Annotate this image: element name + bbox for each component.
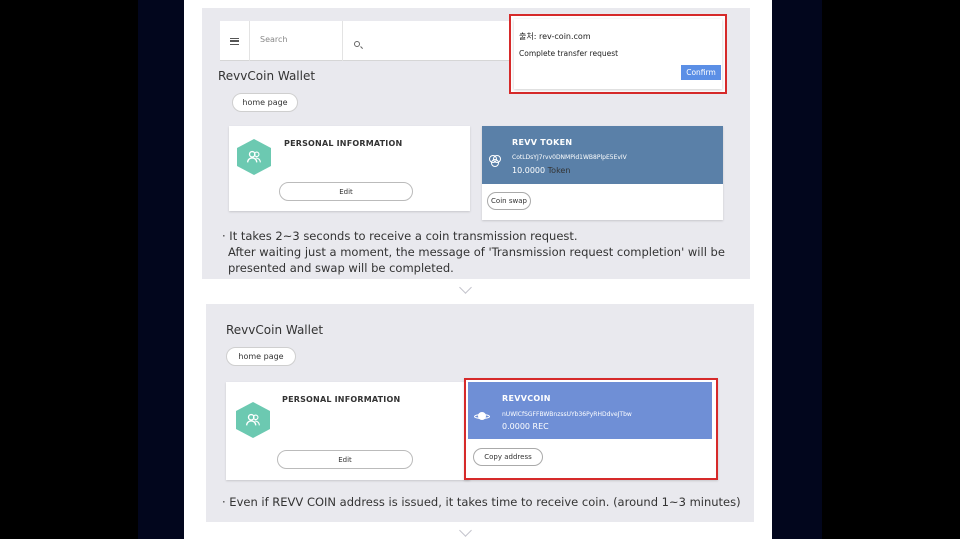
edit-button[interactable]: Edit bbox=[277, 450, 413, 469]
home-page-button[interactable]: home page bbox=[232, 93, 298, 112]
revvcoin-card: REVVCOIN nUWlCfSGFFBWBnzssUYb36PyRHDdveJ… bbox=[464, 378, 718, 480]
search-icon[interactable] bbox=[354, 41, 360, 47]
search-field[interactable] bbox=[250, 21, 360, 61]
personal-info-card: PERSONAL INFORMATION Edit bbox=[226, 382, 470, 480]
token-unit: Token bbox=[547, 166, 571, 175]
token-balance: 10.0000 bbox=[512, 166, 546, 175]
planet-icon bbox=[474, 412, 490, 420]
chevron-down-icon bbox=[459, 524, 472, 537]
alert-box: 출처: rev-coin.com Complete transfer reque… bbox=[514, 19, 722, 89]
swap-note-line1: · It takes 2~3 seconds to receive a coin… bbox=[222, 229, 578, 243]
token-balance-row: 10.0000 Token bbox=[512, 166, 570, 175]
swap-note-line2: After waiting just a moment, the message… bbox=[228, 245, 725, 259]
home-page-button[interactable]: home page bbox=[226, 347, 296, 366]
wallet-title: RevvCoin Wallet bbox=[226, 323, 324, 337]
hamburger-icon[interactable] bbox=[220, 21, 250, 61]
alert-origin: 출처: rev-coin.com bbox=[519, 32, 591, 41]
edit-button[interactable]: Edit bbox=[279, 182, 413, 201]
transfer-alert-dialog: 출처: rev-coin.com Complete transfer reque… bbox=[509, 14, 727, 94]
left-frame-border bbox=[138, 0, 184, 539]
top-bar bbox=[220, 21, 542, 61]
coin-balance: 0.0000 REC bbox=[502, 422, 549, 431]
search-input[interactable] bbox=[260, 35, 320, 44]
token-title: REVV TOKEN bbox=[512, 138, 573, 147]
chevron-down-icon bbox=[459, 281, 472, 294]
user-group-icon bbox=[237, 139, 271, 175]
coin-swap-button[interactable]: Coin swap bbox=[487, 192, 531, 210]
coin-address: nUWlCfSGFFBWBnzssUYb36PyRHDdveJTbw bbox=[502, 411, 632, 418]
token-address: CotLDsYJ7rvv0DNMPid1WB8PlpE5EvIV bbox=[512, 154, 627, 161]
confirm-button[interactable]: Confirm bbox=[681, 65, 721, 80]
right-frame-border bbox=[772, 0, 822, 539]
coin-title: REVVCOIN bbox=[502, 394, 551, 403]
tutorial-page: RevvCoin Wallet home page PERSONAL INFOR… bbox=[184, 0, 772, 539]
swap-note-line3: presented and swap will be completed. bbox=[228, 261, 454, 275]
user-group-icon bbox=[236, 402, 270, 438]
overlapping-circles-icon bbox=[489, 155, 501, 167]
copy-address-button[interactable]: Copy address bbox=[473, 448, 543, 466]
personal-info-card: PERSONAL INFORMATION Edit bbox=[229, 126, 470, 211]
revv-token-card: REVV TOKEN CotLDsYJ7rvv0DNMPid1WB8PlpE5E… bbox=[482, 126, 723, 220]
step-panel-address: RevvCoin Wallet home page PERSONAL INFOR… bbox=[206, 304, 754, 522]
address-note: · Even if REVV COIN address is issued, i… bbox=[222, 495, 741, 509]
wallet-title: RevvCoin Wallet bbox=[218, 69, 316, 83]
personal-info-title: PERSONAL INFORMATION bbox=[282, 395, 401, 404]
personal-info-title: PERSONAL INFORMATION bbox=[284, 139, 403, 148]
token-card-header: REVV TOKEN CotLDsYJ7rvv0DNMPid1WB8PlpE5E… bbox=[482, 126, 723, 184]
swap-note: · It takes 2~3 seconds to receive a coin… bbox=[222, 228, 725, 276]
coin-card-header: REVVCOIN nUWlCfSGFFBWBnzssUYb36PyRHDdveJ… bbox=[468, 382, 712, 439]
alert-message: Complete transfer request bbox=[519, 49, 619, 58]
